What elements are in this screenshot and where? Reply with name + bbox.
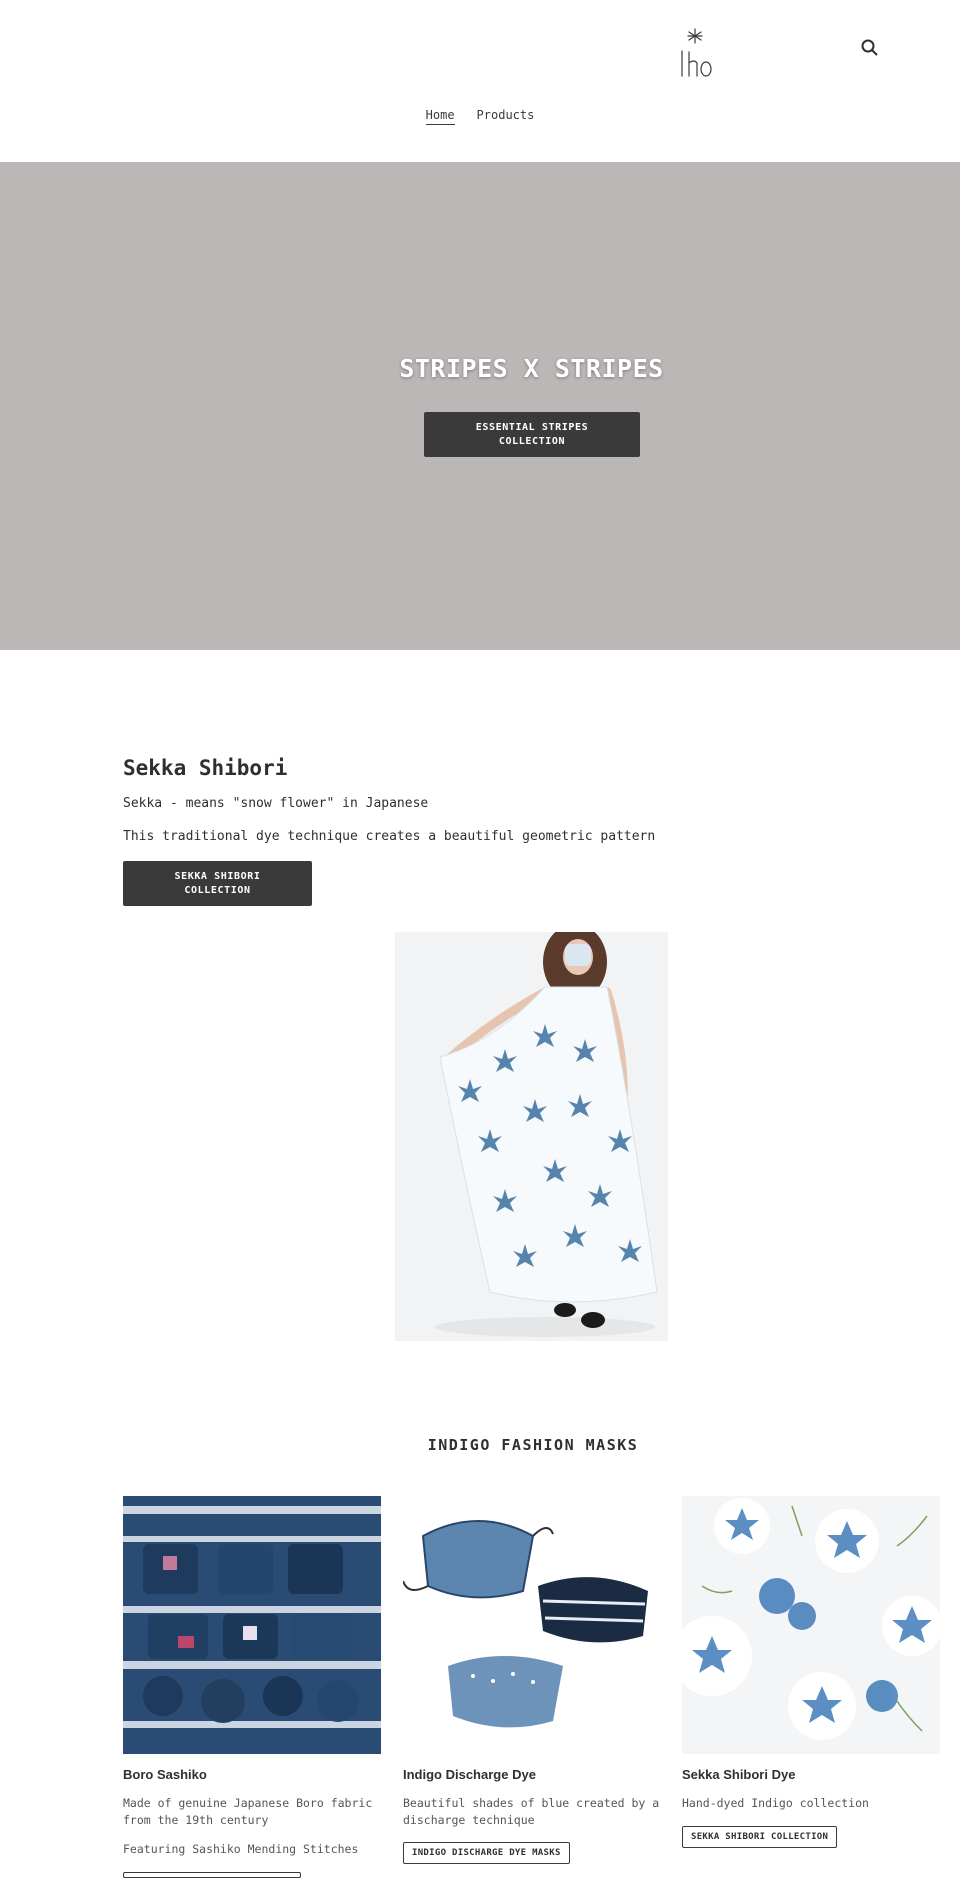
main-nav: Home Products (0, 108, 960, 125)
card-title: Sekka Shibori Dye (682, 1767, 796, 1782)
hero-title: STRIPES X STRIPES (399, 354, 664, 383)
indigo-discharge-button[interactable]: INDIGO DISCHARGE DYE MASKS (403, 1842, 570, 1864)
sekka-collection-button[interactable]: SEKKA SHIBORI COLLECTION (123, 861, 312, 906)
sekka-subtitle: Sekka - means "snow flower" in Japanese (123, 796, 429, 811)
card-title: Indigo Discharge Dye (403, 1767, 536, 1782)
indigo-discharge-image[interactable] (403, 1496, 661, 1754)
card-description: Made of genuine Japanese Boro fabric fro… (123, 1796, 373, 1827)
nav-products-link[interactable]: Products (477, 108, 535, 125)
sekka-description: This traditional dye technique creates a… (123, 829, 656, 844)
sekka-shibori-dye-image[interactable] (682, 1496, 940, 1754)
search-icon[interactable] (858, 36, 882, 60)
sekka-title: Sekka Shibori (123, 756, 288, 780)
card-feature: Featuring Sashiko Mending Stitches (123, 1842, 359, 1856)
boro-sashiko-image[interactable] (123, 1496, 381, 1754)
card-description: Beautiful shades of blue created by a di… (403, 1796, 660, 1827)
essential-stripes-button[interactable]: ESSENTIAL STRIPES COLLECTION (424, 412, 640, 457)
site-logo[interactable] (675, 26, 715, 82)
nav-home-link[interactable]: Home (425, 108, 455, 125)
card-title: Boro Sashiko (123, 1767, 207, 1782)
sekka-shibori-collection-button[interactable]: SEKKA SHIBORI COLLECTION (682, 1826, 838, 1848)
hero-banner (0, 162, 960, 650)
sekka-dress-image (395, 932, 668, 1341)
masks-section-title: INDIGO FASHION MASKS (427, 1436, 639, 1454)
boro-sashiko-button[interactable] (123, 1872, 301, 1878)
card-description: Hand-dyed Indigo collection (682, 1796, 869, 1810)
